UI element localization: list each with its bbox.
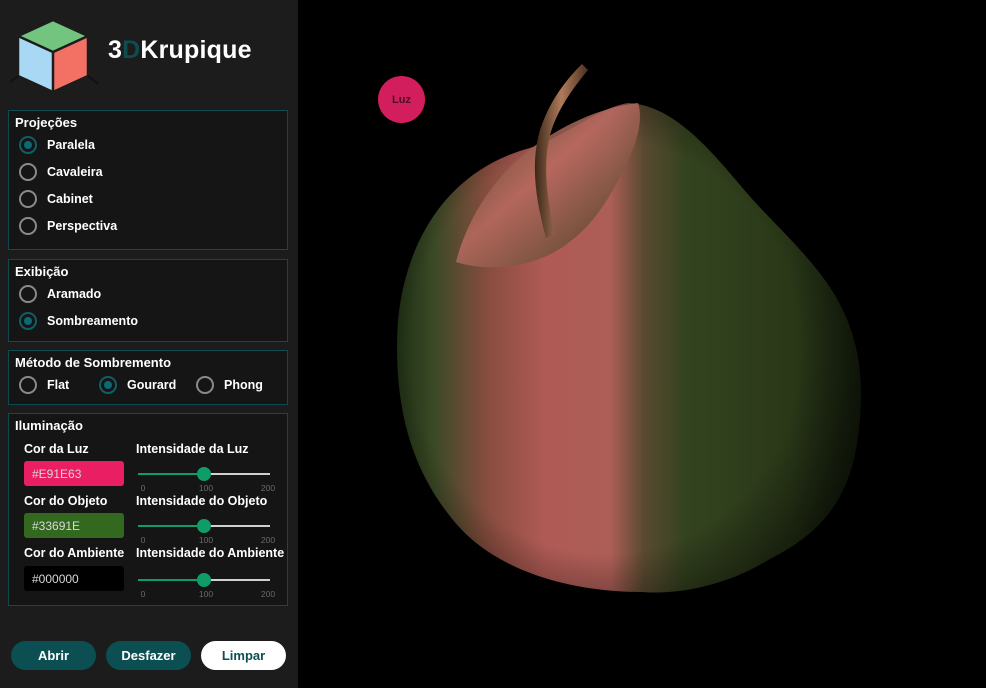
- radio-label: Gourard: [127, 378, 177, 392]
- radio-aramado[interactable]: Aramado: [19, 285, 101, 303]
- slider-max-tick: 200: [260, 589, 276, 599]
- radio-icon: [19, 163, 37, 181]
- brand-name: Krupique: [140, 36, 252, 64]
- slider-fill: [138, 579, 204, 581]
- light-intensity-slider[interactable]: 0 100 200: [136, 461, 275, 493]
- slider-fill: [138, 473, 204, 475]
- radio-label: Paralela: [47, 138, 95, 152]
- cube-logo-icon: [9, 18, 98, 94]
- display-panel: Exibição Aramado Sombreamento: [8, 259, 288, 342]
- light-intensity-label: Intensidade da Luz: [136, 442, 249, 456]
- slider-max-tick: 200: [260, 483, 276, 493]
- radio-cavaleira[interactable]: Cavaleira: [19, 163, 103, 181]
- radio-phong[interactable]: Phong: [196, 376, 263, 394]
- object-color-label: Cor do Objeto: [24, 494, 108, 508]
- light-color-input[interactable]: #E91E63: [24, 461, 124, 486]
- brand-prefix: 3: [108, 36, 123, 64]
- radio-icon: [19, 190, 37, 208]
- app-title: 3DKrupique: [108, 36, 252, 65]
- radio-flat[interactable]: Flat: [19, 376, 69, 394]
- shading-method-panel: Método de Sombremento Flat Gourard Phong: [8, 350, 288, 405]
- slider-mid-tick: 100: [198, 535, 214, 545]
- radio-label: Cavaleira: [47, 165, 103, 179]
- object-intensity-label: Intensidade do Objeto: [136, 494, 268, 508]
- object-color-input[interactable]: #33691E: [24, 513, 124, 538]
- ambient-intensity-slider[interactable]: 0 100 200: [136, 567, 275, 599]
- slider-fill: [138, 525, 204, 527]
- display-title: Exibição: [15, 264, 69, 279]
- clear-button[interactable]: Limpar: [201, 641, 286, 670]
- radio-icon: [19, 217, 37, 235]
- radio-label: Perspectiva: [47, 219, 118, 233]
- slider-min-tick: 0: [140, 483, 146, 493]
- slider-thumb[interactable]: [197, 573, 211, 587]
- lighting-title: Iluminação: [15, 418, 83, 433]
- radio-label: Flat: [47, 378, 70, 392]
- undo-button[interactable]: Desfazer: [106, 641, 191, 670]
- radio-gourard[interactable]: Gourard: [99, 376, 176, 394]
- radio-cabinet[interactable]: Cabinet: [19, 190, 93, 208]
- projections-title: Projeções: [15, 115, 78, 130]
- slider-max-tick: 200: [260, 535, 276, 545]
- object-intensity-slider[interactable]: 0 100 200: [136, 513, 275, 545]
- radio-icon: [19, 136, 37, 154]
- ambient-color-input[interactable]: #000000: [24, 566, 124, 591]
- ambient-color-label: Cor do Ambiente: [24, 546, 125, 560]
- radio-sombreamento[interactable]: Sombreamento: [19, 312, 138, 330]
- slider-min-tick: 0: [140, 589, 146, 599]
- radio-icon: [99, 376, 117, 394]
- radio-paralela[interactable]: Paralela: [19, 136, 95, 154]
- projections-panel: Projeções Paralela Cavaleira Cabinet Per…: [8, 110, 288, 250]
- slider-thumb[interactable]: [197, 467, 211, 481]
- radio-label: Aramado: [47, 287, 102, 301]
- slider-thumb[interactable]: [197, 519, 211, 533]
- lighting-panel: Iluminação Cor da Luz Intensidade da Luz…: [8, 413, 288, 606]
- light-position-handle[interactable]: Luz: [378, 76, 425, 123]
- slider-mid-tick: 100: [198, 483, 214, 493]
- control-sidebar: 3DKrupique Projeções Paralela Cavaleira …: [0, 0, 298, 688]
- radio-icon: [19, 376, 37, 394]
- radio-icon: [196, 376, 214, 394]
- radio-label: Sombreamento: [47, 314, 138, 328]
- slider-min-tick: 0: [140, 535, 146, 545]
- radio-perspectiva[interactable]: Perspectiva: [19, 217, 117, 235]
- slider-mid-tick: 100: [198, 589, 214, 599]
- radio-icon: [19, 285, 37, 303]
- shading-title: Método de Sombremento: [15, 355, 172, 370]
- ambient-intensity-label: Intensidade do Ambiente: [136, 546, 285, 560]
- radio-label: Phong: [224, 378, 263, 392]
- brand-accent: D: [122, 36, 141, 64]
- radio-label: Cabinet: [47, 192, 93, 206]
- light-color-label: Cor da Luz: [24, 442, 89, 456]
- radio-icon: [19, 312, 37, 330]
- apple-body-shade: [397, 103, 862, 593]
- render-canvas[interactable]: Luz: [298, 0, 986, 688]
- open-button[interactable]: Abrir: [11, 641, 96, 670]
